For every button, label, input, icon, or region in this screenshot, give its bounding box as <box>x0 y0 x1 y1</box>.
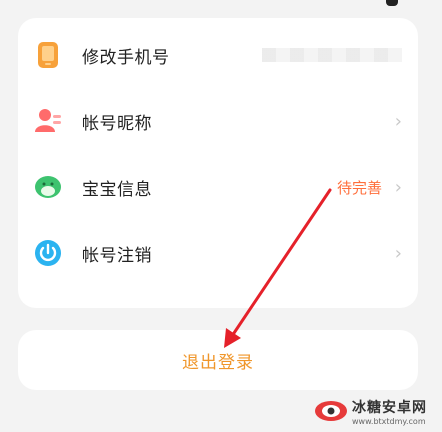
settings-item-label: 帐号昵称 <box>82 113 152 134</box>
chevron-right-icon: › <box>394 110 402 132</box>
chevron-right-icon: › <box>394 176 402 198</box>
masked-phone-number <box>262 48 402 62</box>
user-card-icon <box>34 107 62 135</box>
settings-item-change-phone[interactable]: 修改手机号 <box>18 22 418 88</box>
settings-item-label: 宝宝信息 <box>82 179 152 200</box>
logout-button[interactable]: 退出登录 <box>18 330 418 390</box>
power-icon <box>34 239 62 267</box>
settings-item-nickname[interactable]: 帐号昵称 › <box>18 88 418 154</box>
settings-item-baby-info[interactable]: 宝宝信息 待完善 › <box>18 154 418 220</box>
baby-face-icon <box>34 173 62 201</box>
watermark: 冰糖安卓网 www.btxtdmy.com <box>310 390 442 432</box>
logout-label: 退出登录 <box>182 352 254 373</box>
chevron-right-icon: › <box>394 242 402 264</box>
settings-item-label: 修改手机号 <box>82 47 170 68</box>
account-settings-card: 修改手机号 帐号昵称 › 宝宝信息 待完善 › 帐号注销 › <box>18 18 418 308</box>
watermark-logo-icon <box>315 401 347 421</box>
baby-info-status: 待完善 <box>336 178 382 197</box>
settings-sheet: 修改手机号 帐号昵称 › 宝宝信息 待完善 › 帐号注销 › 退出登录 冰糖安卓… <box>0 0 442 432</box>
settings-item-deactivate[interactable]: 帐号注销 › <box>18 220 418 286</box>
settings-item-label: 帐号注销 <box>82 245 152 266</box>
watermark-subtitle: www.btxtdmy.com <box>352 416 426 426</box>
watermark-title: 冰糖安卓网 <box>352 399 427 416</box>
phone-icon <box>34 41 62 69</box>
top-edge-indicator <box>386 0 398 6</box>
